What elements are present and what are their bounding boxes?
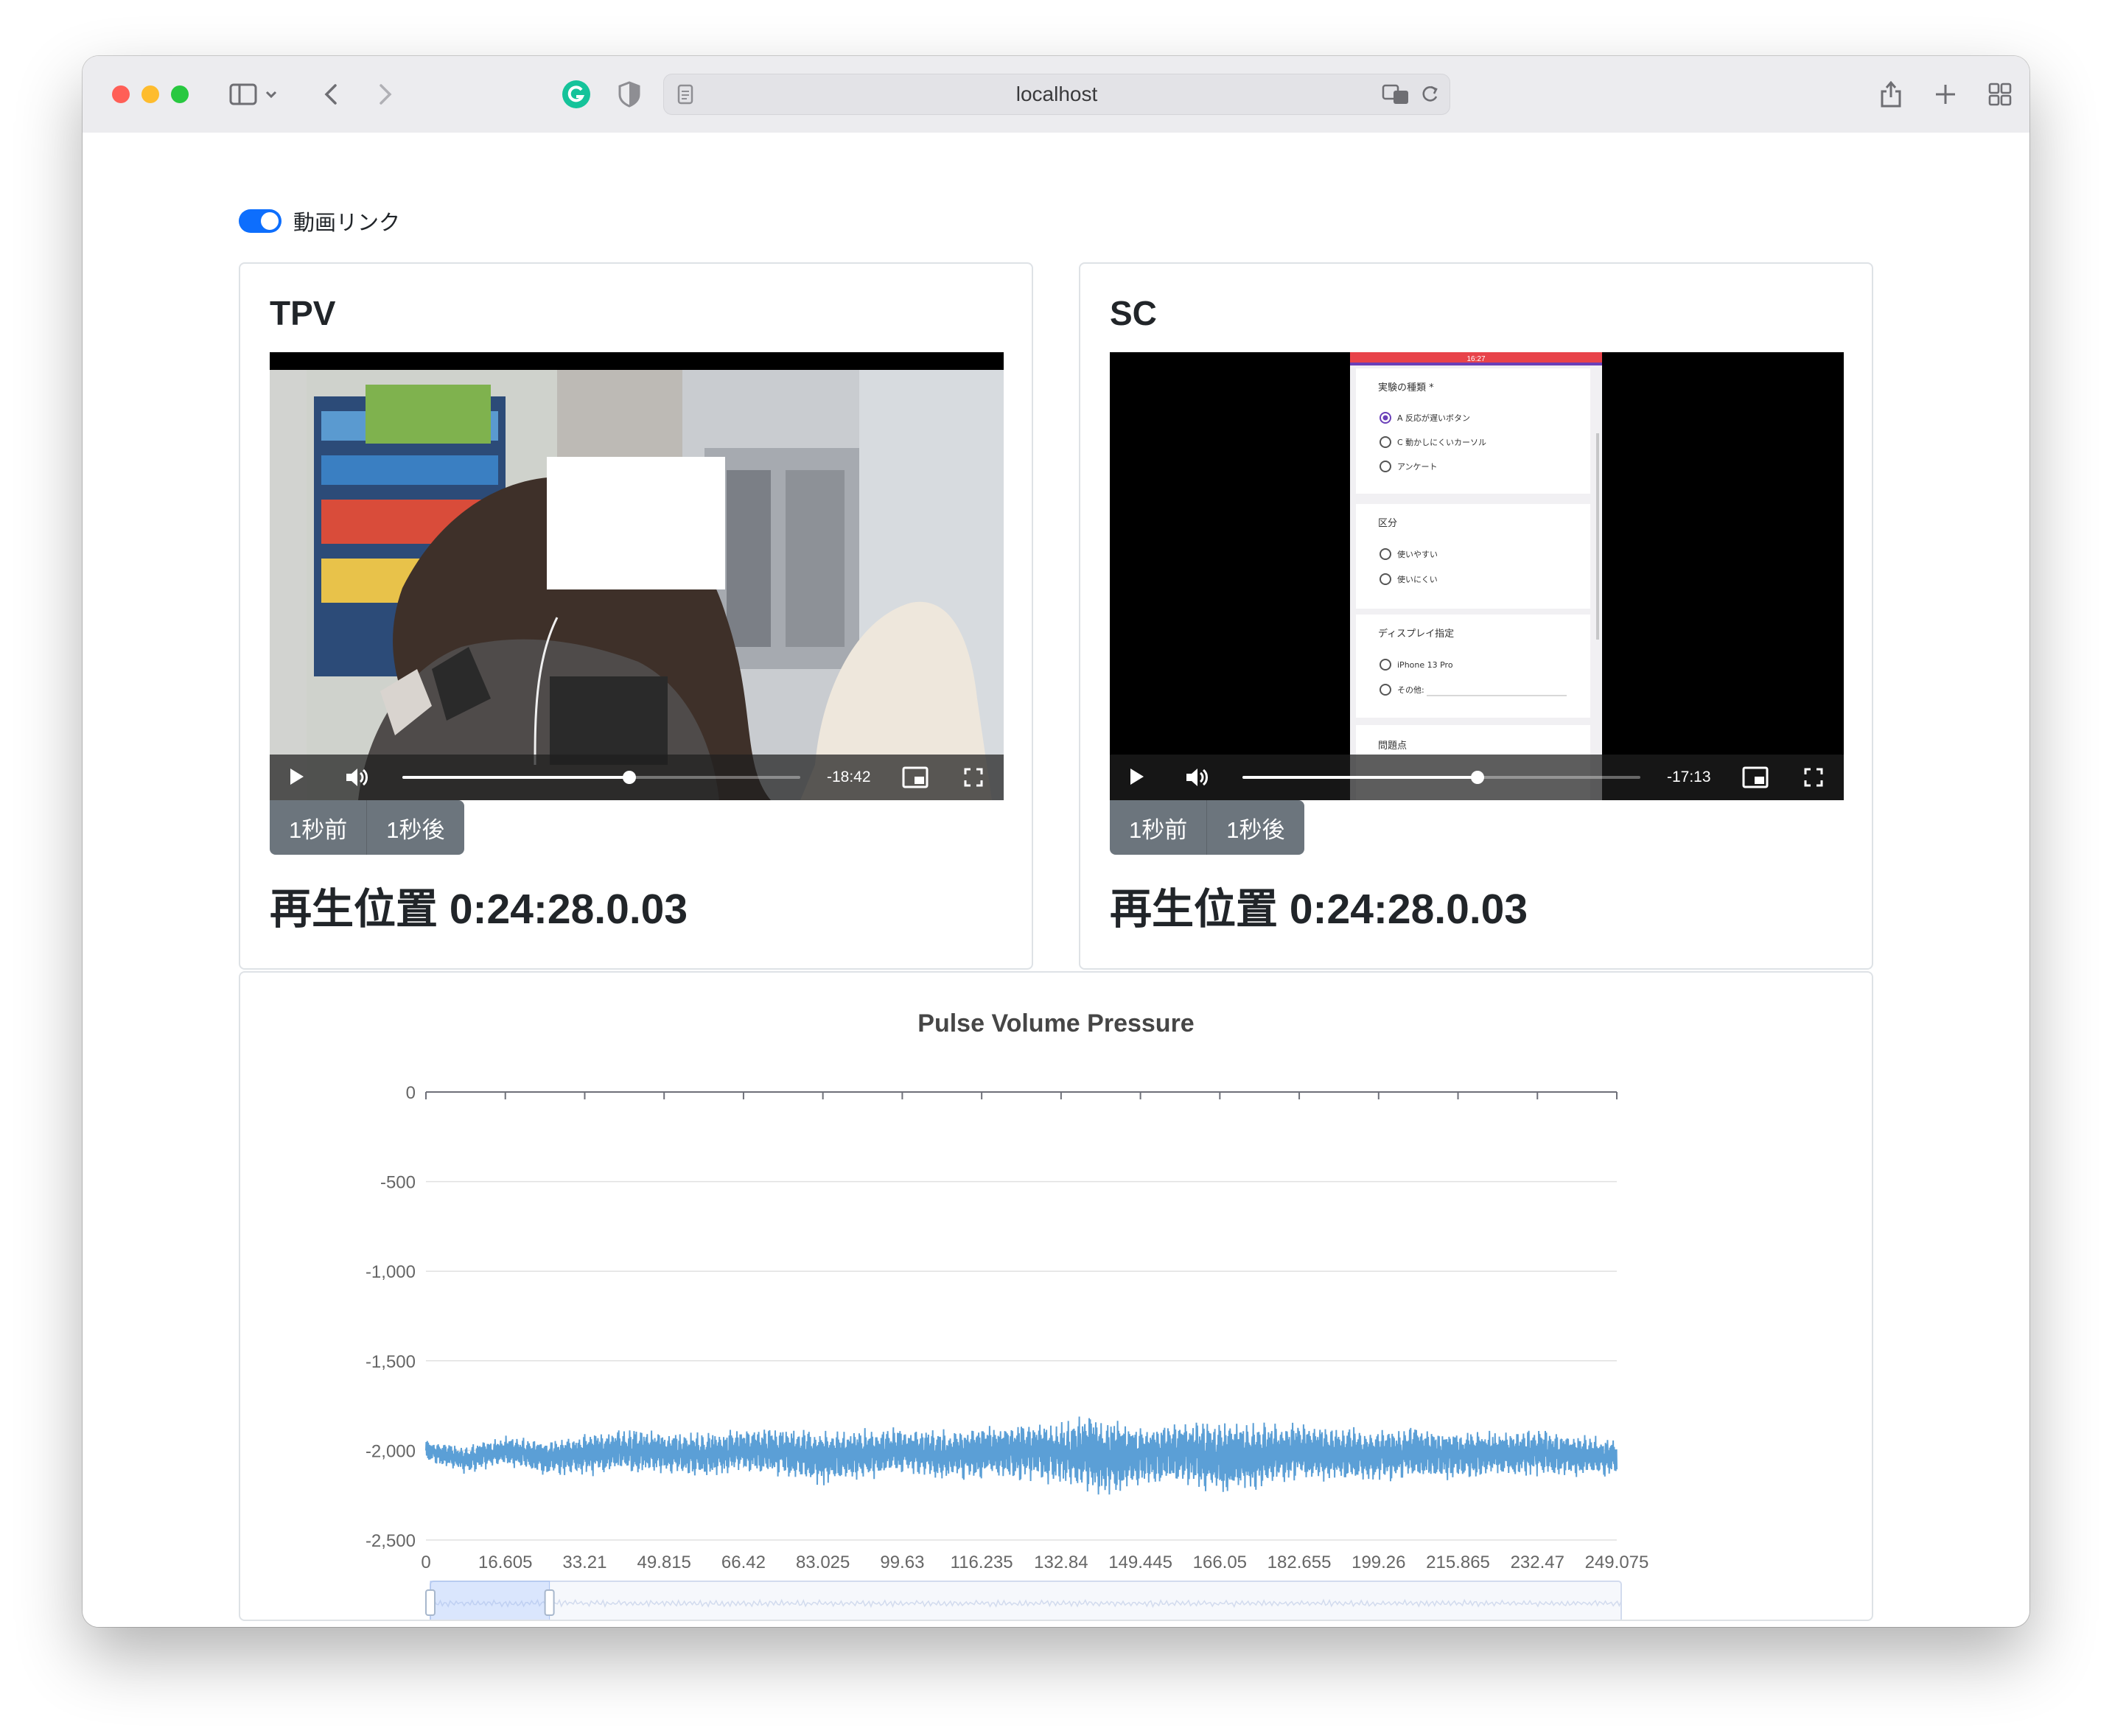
play-icon[interactable] [1129, 767, 1145, 786]
sc-screen-q2-option-2: 使いにくい [1397, 575, 1438, 584]
zoom-handle-left[interactable] [425, 1589, 436, 1616]
chart-title: Pulse Volume Pressure [917, 1009, 1194, 1037]
y-tick-label: -1,500 [366, 1352, 416, 1372]
tpv-forward-1s-button[interactable]: 1秒後 [366, 800, 464, 855]
close-window-button[interactable] [112, 85, 130, 103]
tpv-video-frame [270, 352, 1004, 800]
address-bar[interactable]: localhost [663, 74, 1450, 115]
sc-screen-status-time: 16:27 [1466, 355, 1485, 363]
browser-window: localhost 動画リンク TPV -18:42 1秒前 1秒後 再生位置 … [83, 56, 2029, 1627]
fullscreen-icon[interactable] [964, 768, 983, 787]
x-tick-label: 49.815 [637, 1553, 690, 1572]
x-tick-label: 215.865 [1426, 1553, 1490, 1572]
sc-screen-q4-title: 問題点 [1378, 741, 1407, 752]
grammarly-extension-icon[interactable] [560, 75, 592, 113]
pulse-chart-card: Pulse Volume Pressure 0 -500 -1,000 -1,500 -… [239, 971, 1873, 1621]
sc-screen-q1-option-3: アンケート [1397, 462, 1438, 472]
chevron-down-icon[interactable] [262, 75, 280, 113]
sc-video-controls: -17:13 [1110, 755, 1844, 800]
x-tick-label: 66.42 [721, 1553, 766, 1572]
sc-screen-q1-title: 実験の種類 * [1378, 382, 1434, 393]
sc-screen-q3-option-2: その他: [1397, 685, 1424, 695]
x-tick-label: 249.075 [1585, 1553, 1649, 1572]
x-tick-label: 149.445 [1108, 1553, 1172, 1572]
x-tick-label: 132.84 [1034, 1553, 1088, 1572]
sc-remaining-time: -17:13 [1667, 769, 1711, 785]
fullscreen-icon[interactable] [1804, 768, 1823, 787]
play-icon[interactable] [289, 767, 305, 786]
x-tick-label: 199.26 [1352, 1553, 1405, 1572]
tpv-remaining-time: -18:42 [827, 769, 871, 785]
video-link-toggle-label: 動画リンク [293, 211, 401, 235]
minimize-window-button[interactable] [141, 85, 159, 103]
pulse-volume-pressure-chart[interactable]: Pulse Volume Pressure 0 -500 -1,000 -1,500 -… [240, 973, 1872, 1620]
x-tick-label: 33.21 [562, 1553, 606, 1572]
shield-icon[interactable] [615, 75, 644, 113]
tpv-video-controls: -18:42 [270, 755, 1004, 800]
y-tick-label: -2,000 [366, 1441, 416, 1461]
sc-playback-position: 再生位置 0:24:28.0.03 [1110, 886, 1528, 933]
x-tick-label: 182.655 [1267, 1553, 1332, 1572]
sc-video-frame: 16:27 実験の種類 * A 反応が遅いボタン C 動かしにくいカーソル アン… [1110, 352, 1844, 800]
x-tick-label: 232.47 [1511, 1553, 1564, 1572]
sc-screen-q3-title: ディスプレイ指定 [1378, 628, 1454, 640]
share-icon[interactable] [1876, 75, 1906, 113]
volume-icon[interactable] [345, 766, 370, 788]
reload-icon[interactable] [1420, 84, 1439, 108]
sc-step-buttons: 1秒前 1秒後 [1110, 800, 1304, 855]
y-tick-label: -2,500 [366, 1531, 416, 1551]
tpv-video-player[interactable]: -18:42 [270, 352, 1004, 800]
tpv-seek-bar[interactable] [402, 771, 800, 784]
volume-icon[interactable] [1185, 766, 1210, 788]
new-tab-plus-icon[interactable] [1931, 75, 1960, 113]
back-arrow-icon[interactable] [320, 75, 342, 113]
zoom-window-selection [430, 1581, 550, 1620]
x-tick-label: 16.605 [478, 1553, 532, 1572]
y-tick-label: -1,000 [366, 1262, 416, 1282]
sc-screen-q3-option-1: iPhone 13 Pro [1397, 660, 1453, 670]
picture-in-picture-icon[interactable] [1742, 766, 1769, 788]
video-link-toggle-row: 動画リンク [239, 205, 400, 237]
sc-seek-fill [1242, 776, 1478, 779]
zoom-window-button[interactable] [171, 85, 189, 103]
sc-screen-q2-title: 区分 [1378, 518, 1397, 529]
sc-video-player[interactable]: 16:27 実験の種類 * A 反応が遅いボタン C 動かしにくいカーソル アン… [1110, 352, 1844, 800]
pulse-series-line [425, 1416, 1618, 1495]
tpv-step-buttons: 1秒前 1秒後 [270, 800, 464, 855]
sc-screen-q2-option-1: 使いやすい [1397, 550, 1438, 559]
sc-screen-q1-option-2: C 動かしにくいカーソル [1397, 437, 1486, 447]
sc-back-1s-button[interactable]: 1秒前 [1110, 800, 1207, 855]
tab-overview-icon[interactable] [1985, 75, 2015, 113]
page-content: 動画リンク TPV -18:42 1秒前 1秒後 再生位置 0:24:28.0.… [83, 133, 2029, 1627]
forward-arrow-icon[interactable] [374, 75, 396, 113]
tpv-card-title: TPV [270, 294, 336, 332]
url-text: localhost [1015, 83, 1098, 105]
y-tick-label: -500 [380, 1173, 416, 1193]
tpv-playback-position: 再生位置 0:24:28.0.03 [270, 886, 688, 933]
x-tick-label: 0 [421, 1553, 430, 1572]
translate-icon[interactable] [1382, 83, 1410, 109]
sc-seek-thumb[interactable] [1470, 771, 1484, 784]
sc-forward-1s-button[interactable]: 1秒後 [1206, 800, 1304, 855]
tpv-seek-thumb[interactable] [622, 771, 636, 784]
x-tick-label: 166.05 [1193, 1553, 1247, 1572]
y-tick-label: 0 [406, 1083, 416, 1103]
sc-screen-q1-option-1: A 反応が遅いボタン [1397, 413, 1470, 423]
x-tick-label: 116.235 [951, 1553, 1013, 1572]
sc-seek-bar[interactable] [1242, 771, 1640, 784]
browser-toolbar: localhost [83, 56, 2029, 133]
tpv-seek-fill [402, 776, 629, 779]
x-tick-label: 83.025 [796, 1553, 850, 1572]
picture-in-picture-icon[interactable] [902, 766, 929, 788]
x-tick-label: 99.63 [880, 1553, 924, 1572]
tpv-video-card: TPV -18:42 1秒前 1秒後 再生位置 0:24:28.0.03 [239, 262, 1033, 970]
zoom-handle-right[interactable] [544, 1589, 555, 1616]
sc-video-card: SC 16:27 実験の種類 * A 反応が遅いボタン C 動かしにくいカーソル… [1079, 262, 1873, 970]
sc-card-title: SC [1110, 294, 1157, 332]
sidebar-icon[interactable] [227, 75, 259, 113]
video-link-toggle-switch[interactable] [239, 209, 282, 233]
tpv-back-1s-button[interactable]: 1秒前 [270, 800, 367, 855]
